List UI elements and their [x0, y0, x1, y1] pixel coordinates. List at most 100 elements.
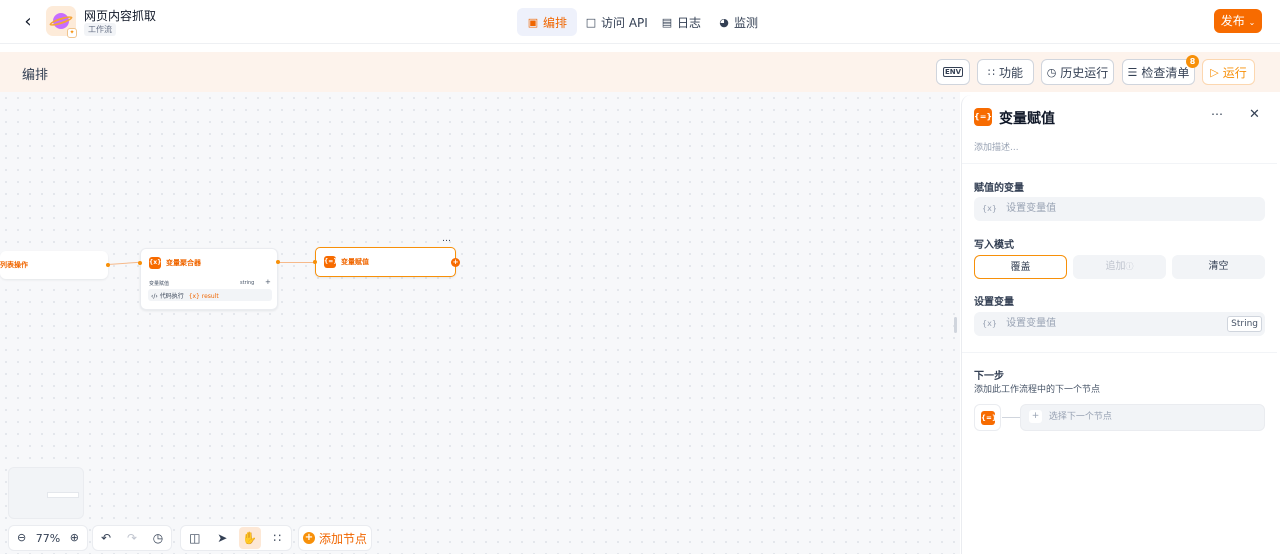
row-variable: {x} result [188, 293, 219, 300]
app-type-tag: 工作流 [84, 23, 116, 36]
tab-orchestrate[interactable]: ▣ 编排 [517, 8, 578, 36]
add-note-icon[interactable]: ◫ [184, 527, 206, 549]
next-step-desc: 添加此工作流程中的下一个节点 [974, 385, 1101, 395]
group-type: string [240, 280, 255, 286]
monitor-icon: ◕ [719, 15, 729, 29]
chevron-down-icon: ⌄ [1248, 18, 1256, 27]
mode-clear-button[interactable]: 清空 [1172, 255, 1265, 279]
page-title: 编排 [22, 68, 49, 83]
panel-resize-handle[interactable] [954, 317, 957, 333]
assigned-variable-select[interactable]: {x} 设置变量值 [974, 197, 1265, 221]
variable-icon: {x} [982, 319, 997, 328]
type-badge: String [1227, 316, 1262, 332]
add-next-node-icon[interactable]: + [451, 258, 460, 267]
mode-overwrite-button[interactable]: 覆盖 [974, 255, 1067, 279]
next-step-title: 下一步 [974, 371, 1004, 382]
pointer-icon[interactable]: ➤ [211, 527, 233, 549]
tab-label: 编排 [543, 15, 568, 30]
workflow-canvas[interactable]: 列表操作 {x} 变量聚合器 变量赋值 string + ‹/› 代码执行 {x… [0, 92, 960, 554]
zoom-in-icon[interactable]: ⊕ [63, 527, 85, 549]
organize-icon[interactable]: ∷ [266, 527, 288, 549]
version-history-icon[interactable]: ◷ [147, 527, 169, 549]
play-icon: ▷ [1210, 65, 1219, 79]
description-input[interactable]: 添加描述... [974, 140, 1019, 153]
mode-append-button[interactable]: 追加ⓘ [1073, 255, 1166, 279]
canvas-tools: ◫ ➤ ✋ ∷ [180, 525, 292, 551]
tab-label: 访问 API [601, 15, 648, 30]
current-node-block: {=} [974, 404, 1001, 431]
input-port[interactable] [138, 261, 142, 265]
code-icon: ‹/› [151, 293, 158, 300]
tab-api-access[interactable]: □ 访问 API [575, 8, 658, 36]
layout-icon: ▣ [527, 15, 539, 29]
field-placeholder: 设置变量值 [1006, 203, 1057, 214]
workflow-badge-icon: ✦ [67, 28, 77, 38]
redo-icon[interactable]: ↷ [121, 527, 143, 549]
row-source: 代码执行 [159, 293, 184, 300]
group-label: 变量赋值 [149, 281, 170, 287]
input-port[interactable] [313, 260, 317, 264]
checklist-count-badge: 8 [1186, 55, 1199, 68]
panel-title: 变量赋值 [999, 111, 1055, 127]
features-button[interactable]: ∷ 功能 [977, 59, 1034, 85]
publish-label: 发布 [1220, 14, 1245, 28]
node-variable-aggregator[interactable]: {x} 变量聚合器 变量赋值 string + ‹/› 代码执行 {x} res… [140, 248, 278, 310]
help-icon: ⓘ [1125, 262, 1134, 271]
add-variable-icon[interactable]: + [265, 278, 271, 286]
more-icon[interactable]: ⋯ [1211, 107, 1223, 121]
plus-icon: + [302, 532, 315, 544]
add-node-label: 添加节点 [318, 531, 367, 546]
tab-label: 监测 [734, 15, 759, 30]
set-variable-input[interactable]: {x} 设置变量值 String [974, 312, 1265, 336]
features-icon: ∷ [987, 65, 995, 79]
node-title: 变量赋值 [341, 258, 369, 266]
node-list-operation[interactable]: 列表操作 [0, 251, 108, 279]
zoom-level[interactable]: 77% [36, 532, 60, 545]
zoom-out-icon[interactable]: ⊖ [11, 527, 33, 549]
env-button[interactable]: ENV [936, 59, 970, 85]
field-placeholder: 设置变量值 [1006, 318, 1057, 329]
mode-append-label: 追加 [1105, 261, 1126, 272]
run-label: 运行 [1222, 65, 1247, 80]
select-next-label: 选择下一个节点 [1048, 412, 1112, 422]
write-mode-label: 写入模式 [974, 240, 1014, 251]
variable-row: ‹/› 代码执行 {x} result [148, 289, 272, 301]
node-title: 列表操作 [0, 261, 28, 269]
hand-icon[interactable]: ✋ [238, 527, 261, 549]
tab-logs[interactable]: ▤ 日志 [651, 8, 711, 36]
history-run-button[interactable]: ◷ 历史运行 [1041, 59, 1114, 85]
variable-icon: {x} [982, 204, 997, 213]
features-label: 功能 [998, 65, 1023, 80]
connector-line [1002, 417, 1020, 418]
minimap[interactable] [8, 467, 84, 519]
app-icon: ✦ [46, 6, 77, 38]
edge [278, 262, 315, 263]
run-button[interactable]: ▷ 运行 [1202, 59, 1255, 85]
output-port[interactable] [276, 260, 280, 264]
history-tools: ↶ ↷ ◷ [92, 525, 172, 551]
node-title: 变量聚合器 [166, 259, 201, 267]
plus-icon: + [1029, 410, 1042, 423]
app-title: 网页内容抓取 [84, 9, 157, 23]
close-icon[interactable]: ✕ [1249, 107, 1260, 122]
back-icon[interactable]: ‹ [18, 12, 38, 32]
undo-icon[interactable]: ↶ [95, 527, 117, 549]
log-icon: ▤ [661, 15, 673, 29]
variable-icon: {=} [324, 256, 338, 268]
more-icon[interactable]: … [442, 234, 451, 244]
zoom-control: ⊖ 77% ⊕ [8, 525, 88, 551]
clock-icon: ◷ [1046, 65, 1057, 79]
select-next-node-button[interactable]: + 选择下一个节点 [1020, 404, 1265, 431]
checklist-label: 检查清单 [1141, 65, 1190, 80]
edge [108, 261, 140, 265]
checklist-button[interactable]: ☰ 检查清单 [1122, 59, 1195, 85]
top-bar: ‹ ✦ 网页内容抓取 工作流 ▣ 编排 □ 访问 API ▤ 日志 ◕ 监测 发… [0, 0, 1280, 44]
set-variable-label: 设置变量 [974, 297, 1014, 308]
variable-assigner-icon: {=} [981, 411, 997, 425]
add-node-button[interactable]: + 添加节点 [298, 525, 372, 551]
checklist-icon: ☰ [1127, 65, 1138, 79]
tab-monitor[interactable]: ◕ 监测 [708, 8, 768, 36]
publish-button[interactable]: 发布 ⌄ [1214, 9, 1262, 33]
node-variable-assigner[interactable]: … {=} 变量赋值 [315, 234, 456, 277]
output-port[interactable] [106, 263, 110, 267]
